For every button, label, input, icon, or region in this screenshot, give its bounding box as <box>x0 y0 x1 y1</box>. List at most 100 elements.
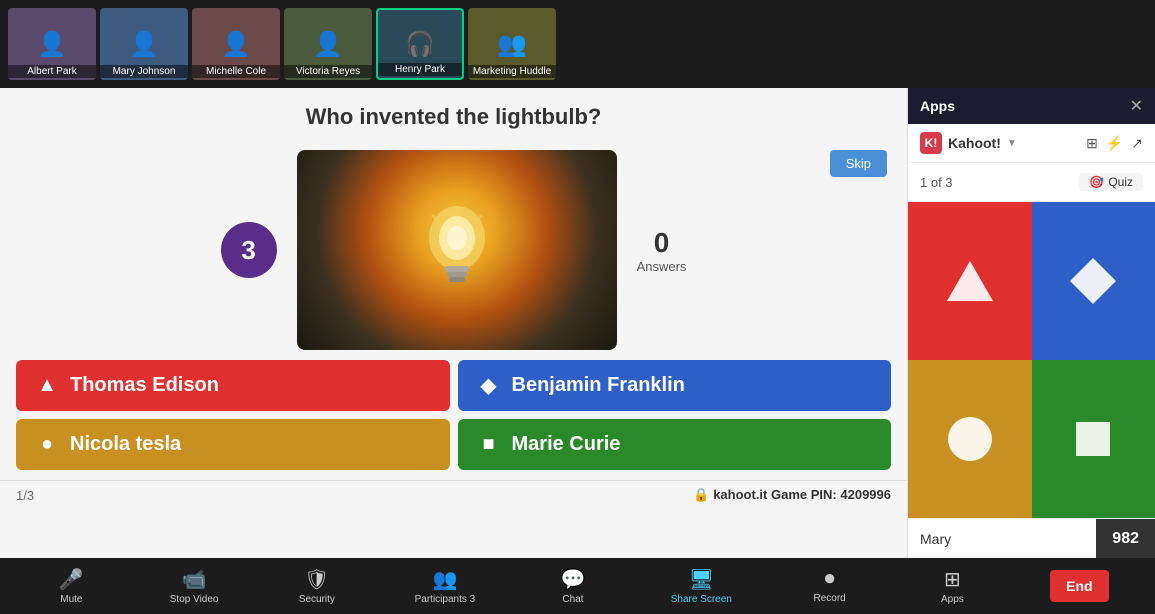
close-button[interactable]: ✕ <box>1130 96 1143 116</box>
score-row: Mary 982 <box>908 518 1155 558</box>
participants-button[interactable]: 👥 Participants 3 <box>415 567 476 605</box>
circle-icon: ● <box>36 434 58 456</box>
sidebar-header: Apps ✕ <box>908 88 1155 124</box>
answer-label-4: Marie Curie <box>512 433 621 456</box>
option-blue <box>1032 202 1155 360</box>
pin-value: 4209996 <box>840 487 891 502</box>
apps-button[interactable]: ⊞ Apps <box>927 567 977 605</box>
media-row: 3 0 <box>0 150 907 350</box>
kahoot-app-header: K! Kahoot! ▼ ⊞ ⚡ ↗ <box>908 124 1155 163</box>
mute-icon: 🎤 <box>59 567 84 592</box>
apps-label: Apps <box>941 594 964 605</box>
question-text: Who invented the lightbulb? <box>306 104 602 130</box>
mute-label: Mute <box>60 594 82 605</box>
share-screen-button[interactable]: 🖥 Share Screen <box>671 567 732 605</box>
score-name: Mary <box>908 531 1096 547</box>
kahoot-logo: K! <box>920 132 942 154</box>
participants-label: Participants 3 <box>415 594 476 605</box>
triangle-icon: ▲ <box>36 375 58 397</box>
pin-area: 🔒 kahoot.it Game PIN: 4209996 <box>693 487 891 503</box>
security-icon: 🛡 <box>304 567 329 592</box>
participant-name: Marketing Huddle <box>468 65 556 78</box>
top-bar: 👤 Albert Park 👤 Mary Johnson 👤 Michelle … <box>0 0 1155 88</box>
participant-tile[interactable]: 👤 Albert Park <box>8 8 96 80</box>
answers-count: 0 <box>654 227 670 259</box>
participant-name: Victoria Reyes <box>284 65 372 78</box>
stop-video-label: Stop Video <box>170 594 219 605</box>
answer-button-3[interactable]: ● Nicola tesla <box>16 419 450 470</box>
stop-video-button[interactable]: 📹 Stop Video <box>169 567 219 605</box>
participants-icon: 👥 <box>432 567 457 592</box>
square-icon: ■ <box>478 434 500 456</box>
option-green <box>1032 360 1155 518</box>
answer-button-1[interactable]: ▲ Thomas Edison <box>16 360 450 411</box>
expand-icon[interactable]: ⊞ <box>1086 135 1098 152</box>
sidebar: Apps ✕ K! Kahoot! ▼ ⊞ ⚡ ↗ 1 of 3 🎯 Quiz <box>907 88 1155 558</box>
answers-box: 0 Answers <box>637 227 687 274</box>
participant-tile[interactable]: 👤 Victoria Reyes <box>284 8 372 80</box>
score-value: 982 <box>1096 519 1155 558</box>
security-label: Security <box>299 594 335 605</box>
skip-button[interactable]: Skip <box>830 150 887 177</box>
participant-name: Henry Park <box>378 63 462 76</box>
answer-options-panel <box>908 202 1155 518</box>
site-label: kahoot.it <box>713 487 767 502</box>
participant-tile[interactable]: 👥 Marketing Huddle <box>468 8 556 80</box>
sidebar-icons: ⊞ ⚡ ↗ <box>1086 135 1143 152</box>
answer-label-1: Thomas Edison <box>70 374 219 397</box>
quiz-label: Quiz <box>1108 175 1133 189</box>
quiz-icon: 🎯 <box>1089 175 1104 189</box>
participant-tile[interactable]: 👤 Michelle Cole <box>192 8 280 80</box>
answers-grid: ▲ Thomas Edison ◆ Benjamin Franklin ● Ni… <box>0 350 907 480</box>
question-area: Who invented the lightbulb? <box>0 88 907 150</box>
external-link-icon[interactable]: ↗ <box>1131 135 1143 152</box>
share-screen-icon: 🖥 <box>689 567 714 592</box>
answer-label-2: Benjamin Franklin <box>512 374 685 397</box>
main-area: Who invented the lightbulb? 3 <box>0 88 1155 558</box>
option-red <box>908 202 1032 360</box>
quiz-progress: 1 of 3 🎯 Quiz <box>908 163 1155 202</box>
participant-name: Michelle Cole <box>192 65 280 78</box>
record-icon: ⏺ <box>825 568 835 591</box>
share-screen-label: Share Screen <box>671 594 732 605</box>
timer-circle: 3 <box>221 222 277 278</box>
mute-button[interactable]: 🎤 Mute <box>46 567 96 605</box>
chat-label: Chat <box>562 594 583 605</box>
lock-icon: 🔒 <box>693 487 709 502</box>
progress-text: 1/3 <box>16 488 34 503</box>
square-shape <box>1068 414 1118 464</box>
triangle-shape <box>945 256 995 306</box>
video-icon: 📹 <box>182 567 207 592</box>
quiz-badge: 🎯 Quiz <box>1079 173 1143 191</box>
chat-icon: 💬 <box>561 567 586 592</box>
answers-label: Answers <box>637 259 687 274</box>
filter-icon[interactable]: ⚡ <box>1106 135 1123 152</box>
security-button[interactable]: 🛡 Security <box>292 567 342 605</box>
record-button[interactable]: ⏺ Record <box>805 568 855 604</box>
diamond-icon: ◆ <box>478 375 500 397</box>
participant-tile-active[interactable]: 🎧 Henry Park <box>376 8 464 80</box>
participant-name: Mary Johnson <box>100 65 188 78</box>
kahoot-footer: 1/3 🔒 kahoot.it Game PIN: 4209996 <box>0 480 907 509</box>
chat-button[interactable]: 💬 Chat <box>548 567 598 605</box>
answer-button-4[interactable]: ■ Marie Curie <box>458 419 892 470</box>
timer-value: 3 <box>241 235 255 266</box>
pin-label: Game PIN: <box>771 487 837 502</box>
bottom-toolbar: 🎤 Mute 📹 Stop Video 🛡 Security 👥 Partici… <box>0 558 1155 614</box>
answer-button-2[interactable]: ◆ Benjamin Franklin <box>458 360 892 411</box>
diamond-shape <box>1068 256 1118 306</box>
end-button[interactable]: End <box>1050 570 1108 602</box>
dropdown-icon: ▼ <box>1007 138 1017 149</box>
participant-name: Albert Park <box>8 65 96 78</box>
sidebar-title: Apps <box>920 98 955 114</box>
participant-tile[interactable]: 👤 Mary Johnson <box>100 8 188 80</box>
record-label: Record <box>814 593 846 604</box>
kahoot-app-name: Kahoot! <box>948 135 1001 151</box>
question-image <box>297 150 617 350</box>
answer-label-3: Nicola tesla <box>70 433 181 456</box>
option-yellow <box>908 360 1032 518</box>
kahoot-panel: Who invented the lightbulb? 3 <box>0 88 907 558</box>
quiz-progress-label: 1 of 3 <box>920 175 953 190</box>
apps-icon: ⊞ <box>944 567 961 592</box>
circle-shape <box>945 414 995 464</box>
